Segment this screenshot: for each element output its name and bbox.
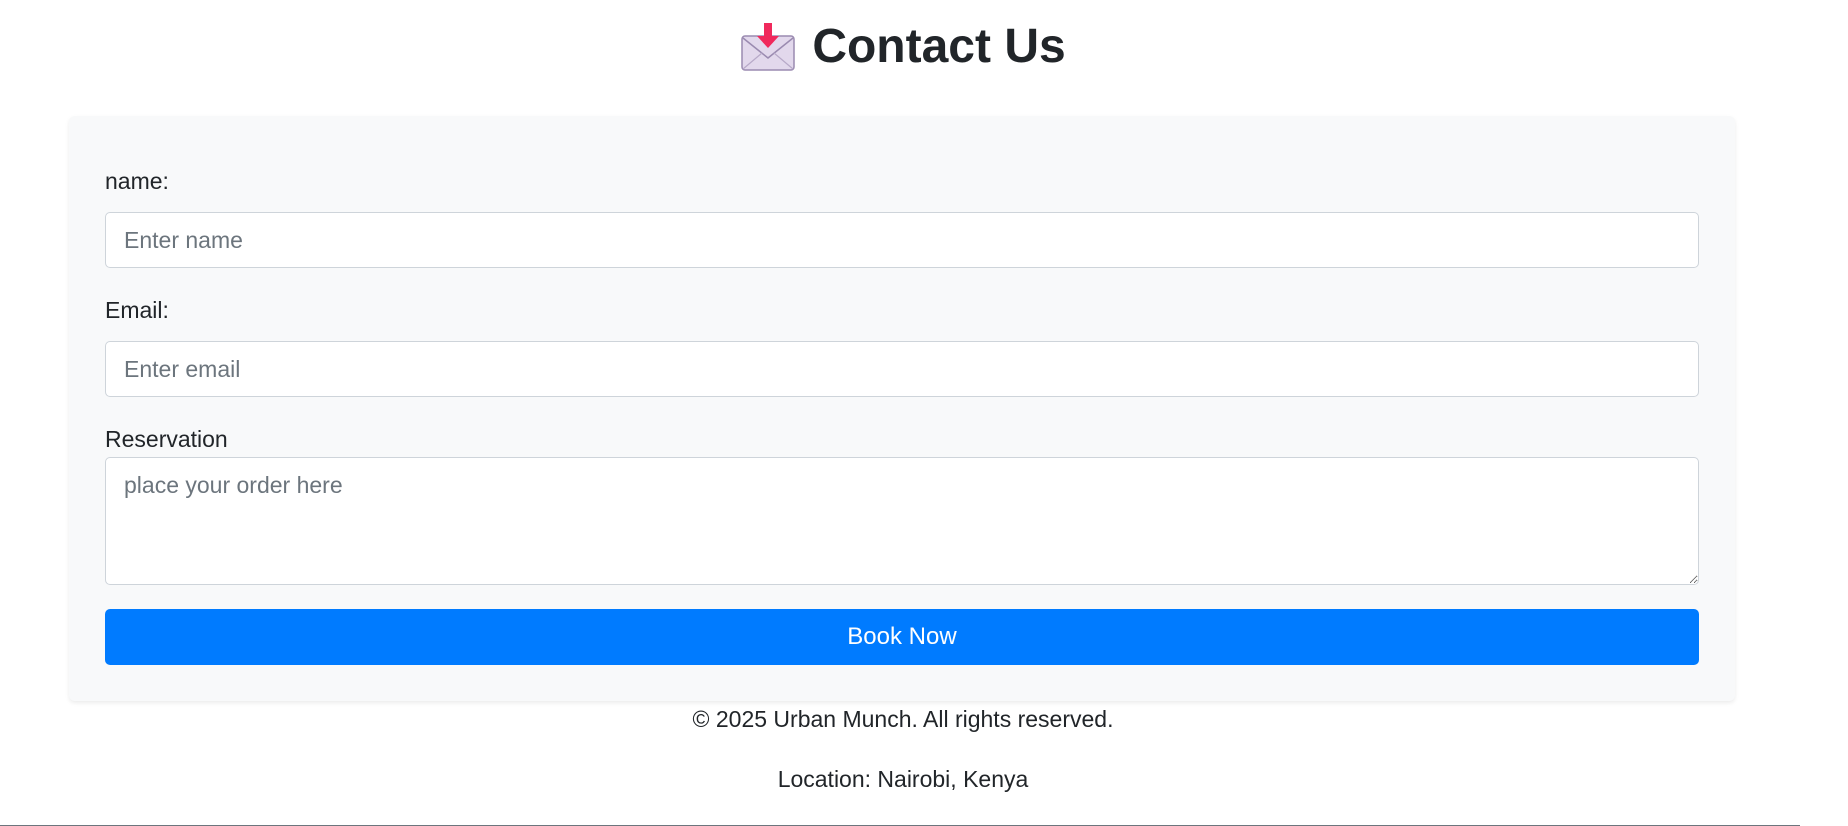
footer-location: Location: Nairobi, Kenya [777,766,1029,792]
reservation-label: Reservation [105,426,228,452]
book-now-button[interactable]: Book Now [105,609,1699,665]
reservation-textarea[interactable] [105,457,1699,585]
page-header: Contact Us [0,18,1806,76]
footer-copyright: © 2025 Urban Munch. All rights reserved. [692,706,1114,732]
page-title: Contact Us [812,20,1066,73]
name-label: name: [105,168,169,194]
contact-page: Contact Us name: Email: Reservation Book… [0,0,1848,826]
email-label: Email: [105,297,169,323]
email-input[interactable] [105,341,1699,397]
incoming-envelope-icon [740,22,796,72]
contact-form-card: name: Email: Reservation Book Now [69,116,1735,701]
name-input[interactable] [105,212,1699,268]
